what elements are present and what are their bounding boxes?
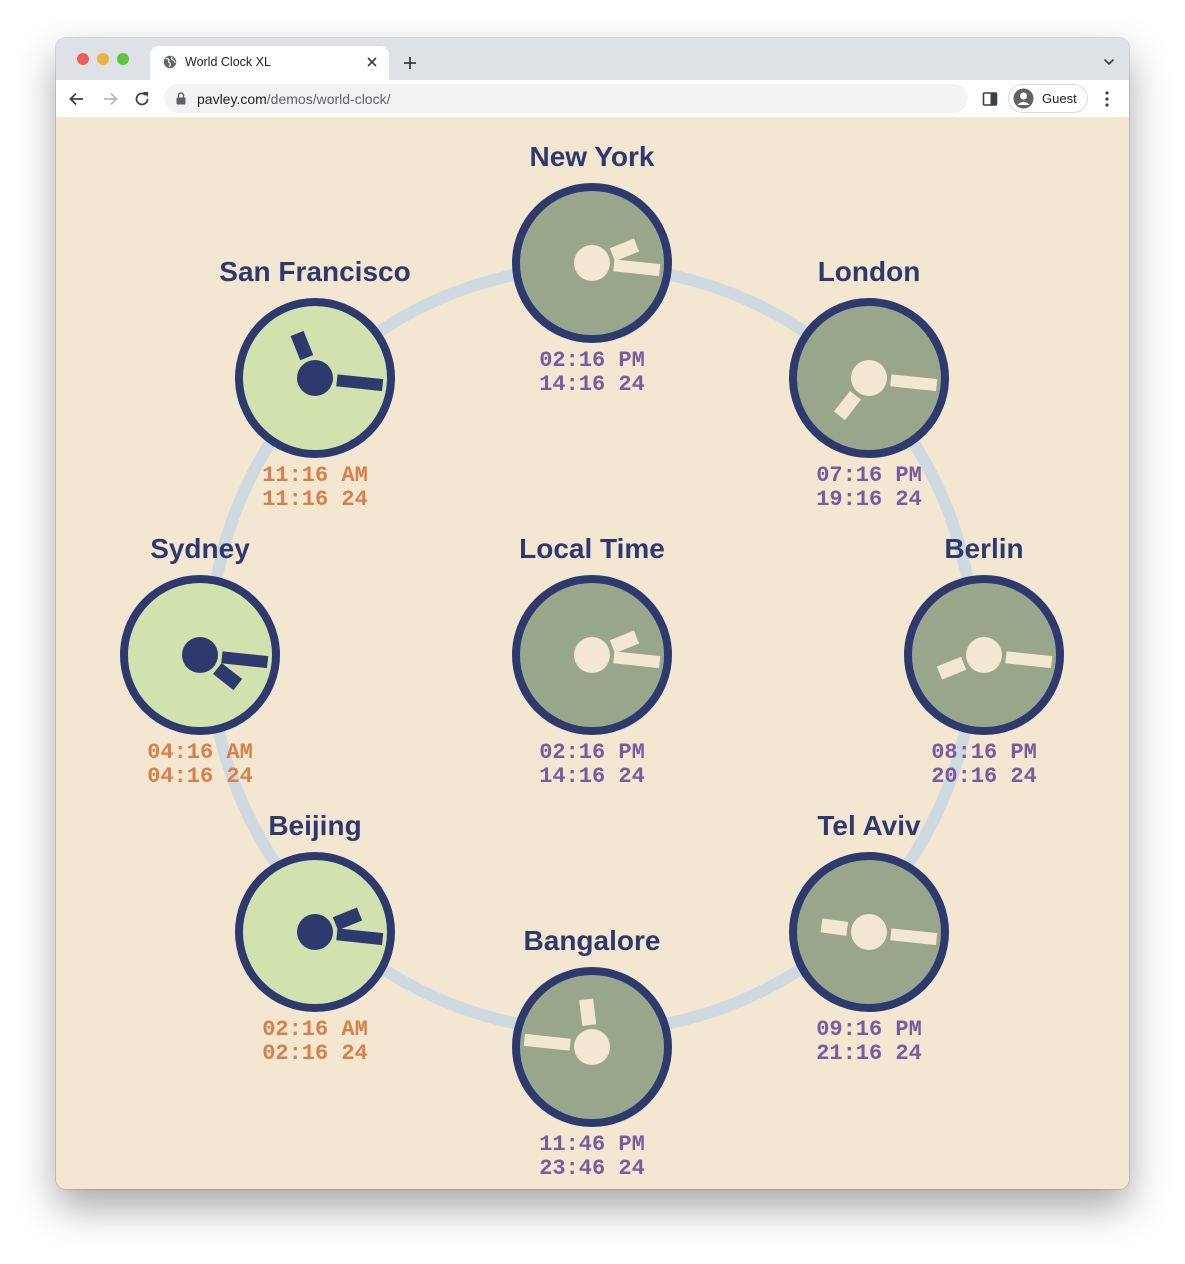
close-icon[interactable]	[365, 55, 379, 69]
time-24h: 11:16 24	[262, 487, 368, 512]
clock-sydney: Sydney 04:16 AM 04:16 24	[100, 533, 300, 793]
clock-hub	[574, 637, 610, 673]
world-clock-page: New York 02:16 PM 14:16 24 London 07:16 PM 19…	[56, 117, 1129, 1189]
clock-hub	[182, 637, 218, 673]
time-24h: 14:16 24	[539, 764, 645, 789]
city-name: Sydney	[150, 533, 250, 564]
reload-icon[interactable]	[132, 89, 152, 109]
browser-toolbar: pavley.com/demos/world-clock/ Guest	[56, 80, 1129, 118]
tab-title: World Clock XL	[185, 55, 271, 69]
lock-icon[interactable]	[176, 92, 186, 105]
address-bar[interactable]: pavley.com/demos/world-clock/	[164, 84, 968, 113]
user-circle-icon	[1013, 88, 1034, 109]
zoom-window-button[interactable]	[117, 53, 129, 65]
time-24h: 20:16 24	[931, 764, 1037, 789]
url-domain: pavley.com	[197, 91, 267, 107]
time-12h: 11:16 AM	[262, 463, 368, 488]
clock-local-time: Local Time 02:16 PM 14:16 24	[492, 533, 692, 793]
url-path: /demos/world-clock/	[266, 91, 391, 107]
arrow-right-icon[interactable]	[100, 89, 120, 109]
clock-hub	[297, 914, 333, 950]
time-12h: 02:16 PM	[539, 348, 645, 373]
clock-tel-aviv: Tel Aviv 09:16 PM 21:16 24	[769, 810, 969, 1070]
clock-face	[512, 575, 672, 735]
time-12h: 02:16 AM	[262, 1017, 368, 1042]
browser-window: World Clock XL pavley.com/demos/world-cl…	[56, 38, 1129, 1189]
clock-beijing: Beijing 02:16 AM 02:16 24	[215, 810, 415, 1070]
time-12h: 11:46 PM	[539, 1132, 645, 1157]
clock-bangalore: Bangalore 11:46 PM 23:46 24	[492, 925, 692, 1185]
time-12h: 07:16 PM	[816, 463, 922, 488]
time-24h: 04:16 24	[147, 764, 253, 789]
tab-world-clock[interactable]: World Clock XL	[150, 46, 389, 80]
chevron-down-icon[interactable]	[1103, 57, 1115, 67]
tab-strip: World Clock XL	[56, 38, 1129, 80]
clock-san-francisco: San Francisco 11:16 AM 11:16 24	[215, 256, 415, 516]
minimize-window-button[interactable]	[97, 53, 109, 65]
time-12h: 08:16 PM	[931, 740, 1037, 765]
time-12h: 04:16 AM	[147, 740, 253, 765]
clock-berlin: Berlin 08:16 PM 20:16 24	[884, 533, 1084, 793]
url-text: pavley.com/demos/world-clock/	[197, 91, 390, 107]
clock-face	[512, 967, 672, 1127]
more-vertical-icon[interactable]	[1100, 90, 1114, 108]
arrow-left-icon[interactable]	[67, 89, 87, 109]
close-window-button[interactable]	[77, 53, 89, 65]
clock-face	[512, 183, 672, 343]
clock-hub	[574, 1029, 610, 1065]
time-24h: 14:16 24	[539, 372, 645, 397]
clock-london: London 07:16 PM 19:16 24	[769, 256, 969, 516]
clock-face	[235, 298, 395, 458]
clock-hub	[851, 914, 887, 950]
time-24h: 23:46 24	[539, 1156, 645, 1181]
time-24h: 02:16 24	[262, 1041, 368, 1066]
profile-button[interactable]: Guest	[1008, 84, 1088, 113]
clock-hub	[966, 637, 1002, 673]
clock-face	[235, 852, 395, 1012]
clock-hub	[297, 360, 333, 396]
city-name: San Francisco	[219, 256, 411, 287]
profile-label: Guest	[1042, 91, 1077, 106]
clock-hub	[851, 360, 887, 396]
city-name: Tel Aviv	[817, 810, 921, 841]
clock-face	[120, 575, 280, 735]
city-name: Bangalore	[523, 925, 661, 956]
time-12h: 09:16 PM	[816, 1017, 922, 1042]
city-name: Berlin	[944, 533, 1024, 564]
time-24h: 19:16 24	[816, 487, 922, 512]
time-24h: 21:16 24	[816, 1041, 922, 1066]
side-panel-icon[interactable]	[982, 91, 998, 107]
clock-face	[789, 852, 949, 1012]
clock-face	[904, 575, 1064, 735]
plus-icon[interactable]	[402, 55, 418, 71]
clock-hub	[574, 245, 610, 281]
clock-new-york: New York 02:16 PM 14:16 24	[492, 141, 692, 401]
city-name: Local Time	[519, 533, 665, 564]
globe-icon	[163, 55, 177, 69]
city-name: Beijing	[268, 810, 362, 841]
clock-face	[789, 298, 949, 458]
city-name: New York	[529, 141, 655, 172]
time-12h: 02:16 PM	[539, 740, 645, 765]
city-name: London	[817, 256, 921, 287]
